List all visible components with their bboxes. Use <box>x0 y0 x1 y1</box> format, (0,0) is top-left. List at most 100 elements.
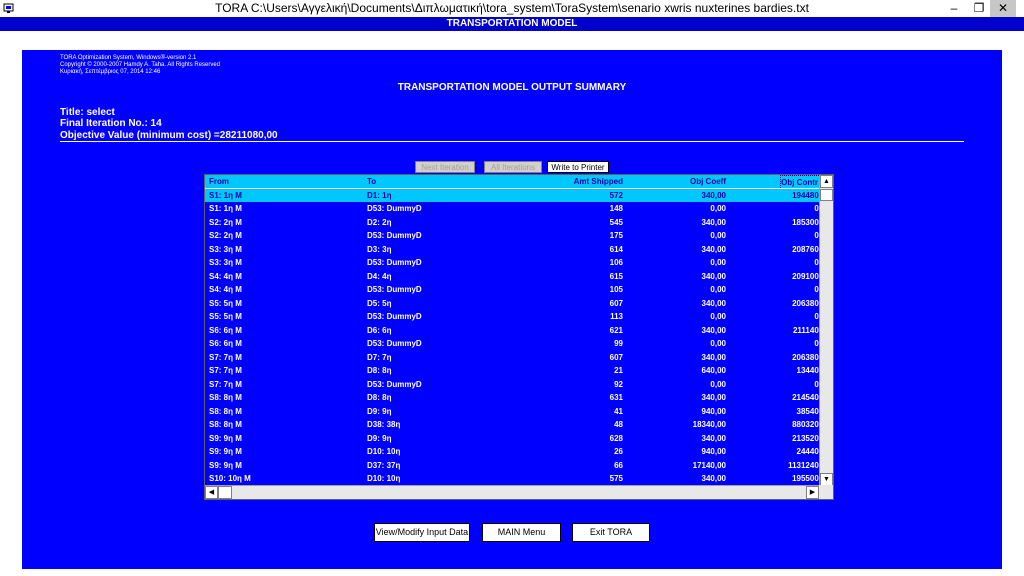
output-panel: TORA Optimization System, Windows®-versi… <box>22 50 1002 569</box>
header-from[interactable]: From <box>209 175 229 188</box>
table-row[interactable]: S10: 10η M D10: 10η 575 340,00 195500, <box>205 472 821 486</box>
cell-from: S6: 6η M <box>209 325 242 335</box>
table-row[interactable]: S5: 5η M D53: DummyD 113 0,00 0, <box>205 310 821 324</box>
cell-obj-coeff: 0,00 <box>710 339 726 348</box>
cell-from: S7: 7η M <box>209 352 242 362</box>
all-iterations-button[interactable]: All Iterations <box>484 161 542 173</box>
cell-to: D8: 8η <box>367 366 392 375</box>
cell-from: S5: 5η M <box>209 298 242 308</box>
cell-from: S6: 6η M <box>209 339 242 348</box>
cell-from: S3: 3η M <box>209 244 242 254</box>
cell-to: D7: 7η <box>367 352 392 362</box>
cell-obj-coeff: 340,00 <box>701 298 726 308</box>
cell-obj-coeff: 340,00 <box>701 433 726 443</box>
cell-to: D37: 37η <box>367 460 401 470</box>
write-to-printer-button[interactable]: Write to Printer <box>547 161 609 173</box>
view-modify-input-button[interactable]: View/Modify Input Data <box>374 523 470 542</box>
cell-amt-shipped: 607 <box>609 352 623 362</box>
table-row[interactable]: S1: 1η M D1: 1η 572 340,00 194480, <box>205 188 821 202</box>
cell-from: S5: 5η M <box>209 312 242 321</box>
cell-from: S8: 8η M <box>209 393 242 402</box>
scroll-thumb[interactable] <box>820 189 833 201</box>
cell-obj-contr: 195500, <box>792 474 821 483</box>
cell-obj-contr: 13440, <box>796 366 821 375</box>
cell-to: D1: 1η <box>367 190 392 200</box>
table-row[interactable]: S3: 3η M D53: DummyD 106 0,00 0, <box>205 256 821 270</box>
cell-from: S8: 8η M <box>209 406 242 416</box>
table-row[interactable]: S8: 8η M D8: 8η 631 340,00 214540, <box>205 391 821 405</box>
table-row[interactable]: S4: 4η M D4: 4η 615 340,00 209100, <box>205 269 821 283</box>
cell-to: D6: 6η <box>367 325 392 335</box>
cell-amt-shipped: 26 <box>614 447 623 456</box>
table-row[interactable]: S9: 9η M D37: 37η 66 17140,00 1131240, <box>205 458 821 472</box>
table-row[interactable]: S7: 7η M D7: 7η 607 340,00 206380, <box>205 350 821 364</box>
frame-caption: TRANSPORTATION MODEL <box>0 17 1024 31</box>
vertical-scrollbar[interactable]: ▲ ▼ <box>819 175 833 486</box>
cell-amt-shipped: 105 <box>609 285 623 294</box>
table-row[interactable]: S6: 6η M D6: 6η 621 340,00 211140, <box>205 323 821 337</box>
cell-obj-contr: 38540, <box>796 406 821 416</box>
cell-from: S2: 2η M <box>209 231 242 240</box>
table-row[interactable]: S5: 5η M D5: 5η 607 340,00 206380, <box>205 296 821 310</box>
header-obj-coeff[interactable]: Obj Coeff <box>690 175 726 188</box>
scroll-up-icon[interactable]: ▲ <box>820 175 833 188</box>
minimize-button[interactable]: – <box>941 0 967 17</box>
table-row[interactable]: S9: 9η M D9: 9η 628 340,00 213520, <box>205 431 821 445</box>
cell-obj-contr: 185300, <box>792 217 821 227</box>
cell-from: S4: 4η M <box>209 271 242 281</box>
table-row[interactable]: S8: 8η M D38: 38η 48 18340,00 880320, <box>205 418 821 432</box>
restore-button[interactable]: ❐ <box>966 0 992 17</box>
iteration-line: Final Iteration No.: 14 <box>60 118 162 129</box>
cell-amt-shipped: 631 <box>609 393 623 402</box>
window-title-bar[interactable]: TORA C:\Users\Αγγελική\Documents\Διπλωμα… <box>0 0 1024 17</box>
table-row[interactable]: S7: 7η M D8: 8η 21 640,00 13440, <box>205 364 821 378</box>
header-to[interactable]: To <box>367 175 376 188</box>
table-row[interactable]: S2: 2η M D53: DummyD 175 0,00 0, <box>205 229 821 243</box>
cell-obj-contr: 24440, <box>796 447 821 456</box>
cell-amt-shipped: 621 <box>609 325 623 335</box>
cell-amt-shipped: 66 <box>614 460 623 470</box>
table-row[interactable]: S2: 2η M D2: 2η 545 340,00 185300, <box>205 215 821 229</box>
cell-to: D3: 3η <box>367 244 392 254</box>
cell-obj-coeff: 340,00 <box>701 325 726 335</box>
table-row[interactable]: S7: 7η M D53: DummyD 92 0,00 0, <box>205 377 821 391</box>
table-row[interactable]: S8: 8η M D9: 9η 41 940,00 38540, <box>205 404 821 418</box>
table-header-row: From To Amt Shipped Obj Coeff Obj Contr <box>205 175 821 190</box>
window-frame: TRANSPORTATION MODEL TORA Optimization S… <box>0 17 1024 576</box>
copyright-line-3: Κυριακή, Σεπτέμβριος 07, 2014 12:46 <box>60 69 161 75</box>
scroll-corner <box>819 485 833 499</box>
horizontal-scrollbar[interactable]: ◀ ▶ <box>205 485 819 499</box>
table-row[interactable]: S4: 4η M D53: DummyD 105 0,00 0, <box>205 283 821 297</box>
cell-from: S7: 7η M <box>209 366 242 375</box>
next-iteration-button[interactable]: Next Iteration <box>415 161 475 173</box>
cell-to: D53: DummyD <box>367 379 422 389</box>
table-row[interactable]: S9: 9η M D10: 10η 26 940,00 24440, <box>205 445 821 459</box>
hscroll-thumb[interactable] <box>218 486 232 499</box>
cell-amt-shipped: 615 <box>609 271 623 281</box>
scroll-left-icon[interactable]: ◀ <box>205 486 218 499</box>
table-row[interactable]: S1: 1η M D53: DummyD 148 0,00 0, <box>205 202 821 216</box>
copyright-line-2: Copyright © 2000-2007 Hamdy A. Taha. All… <box>60 62 221 68</box>
cell-from: S9: 9η M <box>209 460 242 470</box>
cell-obj-contr: 194480, <box>792 190 821 200</box>
cell-to: D53: DummyD <box>367 285 422 294</box>
cell-from: S10: 10η M <box>209 474 251 483</box>
cell-to: D10: 10η <box>367 474 401 483</box>
cell-amt-shipped: 545 <box>609 217 623 227</box>
cell-to: D9: 9η <box>367 433 392 443</box>
cell-from: S8: 8η M <box>209 420 242 429</box>
table-row[interactable]: S6: 6η M D53: DummyD 99 0,00 0, <box>205 337 821 351</box>
cell-amt-shipped: 21 <box>614 366 623 375</box>
cell-obj-contr: 213520, <box>792 433 821 443</box>
summary-divider <box>60 141 964 142</box>
cell-obj-coeff: 17140,00 <box>692 460 726 470</box>
cell-obj-coeff: 340,00 <box>701 244 726 254</box>
cell-to: D53: DummyD <box>367 204 422 213</box>
scroll-right-icon[interactable]: ▶ <box>806 486 819 499</box>
table-row[interactable]: S3: 3η M D3: 3η 614 340,00 208760, <box>205 242 821 256</box>
exit-tora-button[interactable]: Exit TORA <box>572 523 650 542</box>
main-menu-button[interactable]: MAIN Menu <box>482 523 561 542</box>
header-amt-shipped[interactable]: Amt Shipped <box>574 175 623 188</box>
close-button[interactable]: ✕ <box>990 0 1016 17</box>
cell-amt-shipped: 607 <box>609 298 623 308</box>
